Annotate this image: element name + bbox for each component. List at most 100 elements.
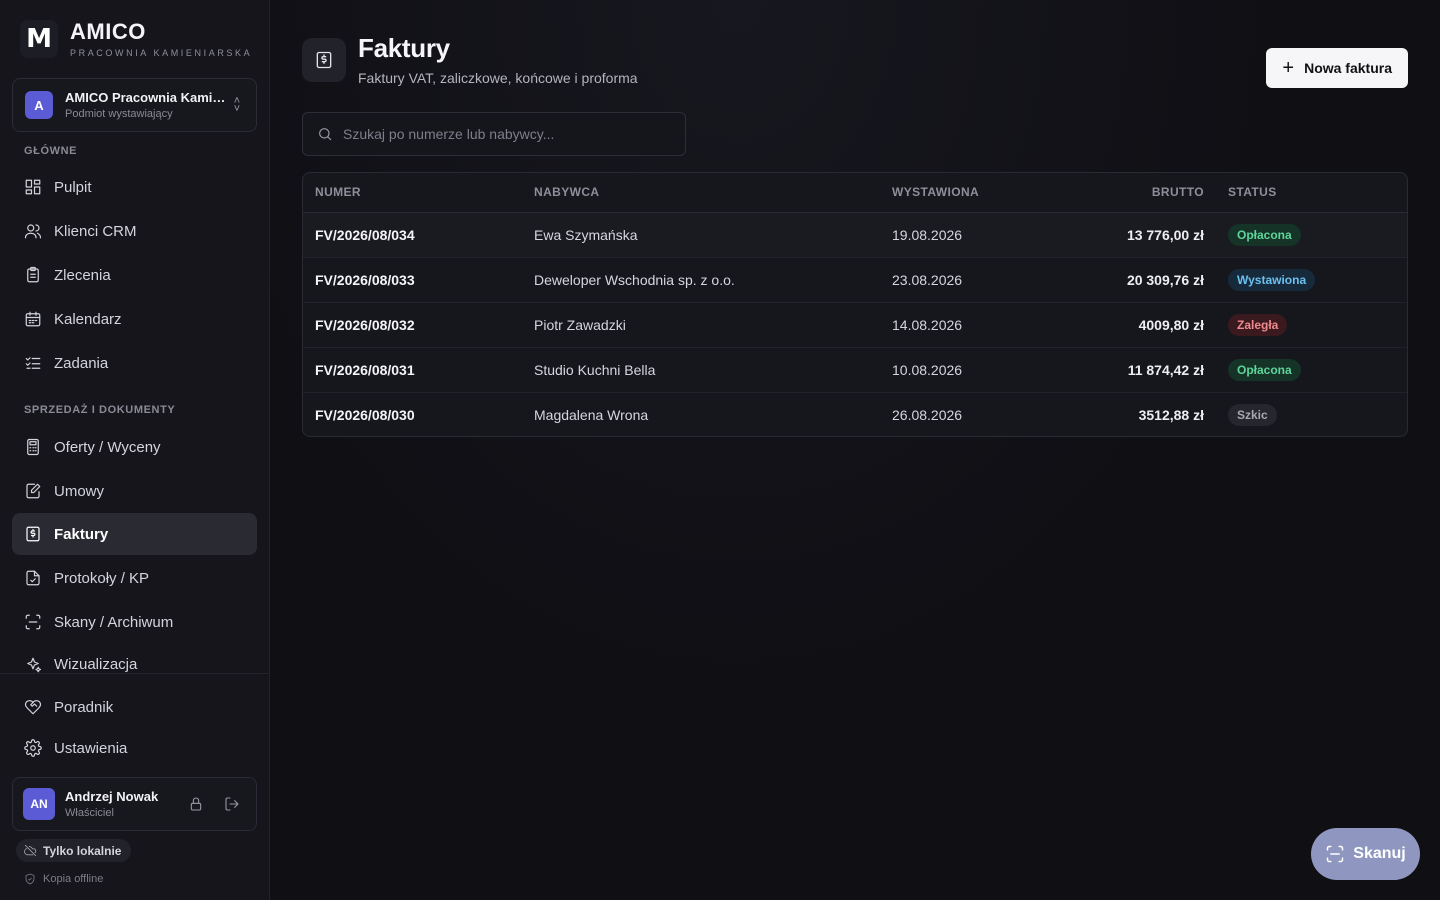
sidebar-item-zadania[interactable]: Zadania bbox=[12, 342, 257, 384]
invoice-number: FV/2026/08/033 bbox=[315, 271, 415, 288]
sidebar-item-label: Poradnik bbox=[54, 698, 114, 716]
invoice-date: 10.08.2026 bbox=[892, 361, 963, 378]
invoice-buyer: Magdalena Wrona bbox=[534, 406, 649, 423]
sidebar-item-pulpit[interactable]: Pulpit bbox=[12, 166, 257, 208]
dashboard-icon bbox=[24, 178, 42, 196]
section-label-sales: SPRZEDAŻ I DOKUMENTY bbox=[24, 404, 176, 416]
column-header-buyer[interactable]: NABYWCA bbox=[522, 173, 880, 212]
invoice-gross: 11 874,42 zł bbox=[1127, 361, 1204, 378]
sidebar-item-label: Faktury bbox=[54, 525, 109, 543]
brand-logo[interactable]: M AMICO PRACOWNIA KAMIENIARSKA bbox=[20, 20, 252, 58]
sidebar-item-ustawienia[interactable]: Ustawienia bbox=[12, 727, 257, 769]
search-box bbox=[302, 112, 686, 156]
sidebar-item-umowy[interactable]: Umowy bbox=[12, 470, 257, 512]
sidebar-item-label: Ustawienia bbox=[54, 739, 128, 757]
sidebar: M AMICO PRACOWNIA KAMIENIARSKA A AMICO P… bbox=[0, 0, 270, 900]
invoice-date: 14.08.2026 bbox=[892, 316, 963, 333]
search-input[interactable] bbox=[343, 126, 663, 142]
logo-mark: M bbox=[20, 20, 58, 58]
scan-button[interactable]: Skanuj bbox=[1311, 828, 1420, 880]
invoice-buyer: Ewa Szymańska bbox=[534, 226, 638, 243]
status-badge: Wystawiona bbox=[1228, 268, 1316, 291]
lock-icon[interactable] bbox=[182, 790, 210, 818]
column-header-status[interactable]: STATUS bbox=[1216, 173, 1407, 212]
local-only-label: Tylko lokalnie bbox=[43, 843, 122, 858]
chevron-up-down-icon: ˄ ˅ bbox=[233, 95, 241, 115]
table-row[interactable]: FV/2026/08/033 Deweloper Wschodnia sp. z… bbox=[303, 257, 1407, 302]
shield-check-icon bbox=[25, 873, 35, 885]
app-root: M AMICO PRACOWNIA KAMIENIARSKA A AMICO P… bbox=[0, 0, 1440, 900]
invoice-number: FV/2026/08/032 bbox=[315, 316, 415, 333]
main-content: Faktury Faktury VAT, zaliczkowe, końcowe… bbox=[270, 0, 1440, 900]
protocol-icon bbox=[24, 569, 42, 587]
table-header-row: NUMER NABYWCA WYSTAWIONA BRUTTO STATUS bbox=[303, 173, 1407, 212]
status-cell: Szkic bbox=[1216, 392, 1407, 436]
entity-avatar: A bbox=[25, 91, 53, 119]
sidebar-item-label: Protokoły / KP bbox=[54, 569, 150, 587]
sidebar-item-skany[interactable]: Skany / Archiwum bbox=[12, 601, 257, 643]
sidebar-item-label: Umowy bbox=[54, 482, 105, 500]
user-card: AN Andrzej Nowak Właściciel bbox=[12, 777, 257, 831]
sidebar-item-label: Skany / Archiwum bbox=[54, 613, 174, 631]
sidebar-item-oferty[interactable]: Oferty / Wyceny bbox=[12, 426, 257, 468]
sidebar-item-klienci[interactable]: Klienci CRM bbox=[12, 210, 257, 252]
sidebar-item-faktury[interactable]: Faktury bbox=[12, 513, 257, 555]
invoice-gross: 13 776,00 zł bbox=[1126, 226, 1204, 243]
table-row[interactable]: FV/2026/08/030 Magdalena Wrona 26.08.202… bbox=[303, 392, 1407, 436]
clipboard-icon bbox=[24, 266, 42, 284]
column-header-gross[interactable]: BRUTTO bbox=[1080, 173, 1216, 212]
sidebar-divider bbox=[0, 673, 269, 674]
table-row[interactable]: FV/2026/08/034 Ewa Szymańska 19.08.2026 … bbox=[303, 212, 1407, 257]
status-badge: Zaległa bbox=[1228, 313, 1288, 336]
invoice-buyer: Studio Kuchni Bella bbox=[534, 361, 656, 378]
status-badge: Opłacona bbox=[1228, 223, 1301, 246]
column-header-issued[interactable]: WYSTAWIONA bbox=[880, 173, 1080, 212]
page-title: Faktury bbox=[358, 33, 450, 63]
sidebar-item-poradnik[interactable]: Poradnik bbox=[12, 686, 257, 728]
calendar-icon bbox=[24, 310, 42, 328]
invoice-date: 23.08.2026 bbox=[892, 271, 963, 288]
sidebar-item-label: Kalendarz bbox=[54, 310, 122, 328]
scan-label: Skanuj bbox=[1353, 845, 1406, 862]
sidebar-item-label: Zlecenia bbox=[54, 266, 111, 284]
invoice-icon bbox=[302, 38, 346, 82]
invoice-gross: 3512,88 zł bbox=[1138, 406, 1204, 423]
plus-icon: + bbox=[1282, 57, 1295, 79]
column-header-number[interactable]: NUMER bbox=[303, 173, 522, 212]
avatar: AN bbox=[23, 788, 55, 820]
sidebar-item-label: Oferty / Wyceny bbox=[54, 438, 161, 456]
gear-icon bbox=[24, 739, 42, 757]
entity-switcher[interactable]: A AMICO Pracownia Kamie... Podmiot wysta… bbox=[12, 78, 257, 132]
status-cell: Zaległa bbox=[1216, 302, 1407, 347]
sidebar-item-label: Zadania bbox=[54, 354, 109, 372]
scan-icon bbox=[1327, 845, 1344, 863]
sidebar-item-zlecenia[interactable]: Zlecenia bbox=[12, 254, 257, 296]
sidebar-item-protokoly[interactable]: Protokoły / KP bbox=[12, 557, 257, 599]
invoice-buyer: Piotr Zawadzki bbox=[534, 316, 626, 333]
logout-icon[interactable] bbox=[218, 790, 246, 818]
offline-backup-status: Kopia offline bbox=[24, 873, 103, 885]
sidebar-item-label: Pulpit bbox=[54, 178, 92, 196]
status-badge: Szkic bbox=[1228, 403, 1277, 426]
invoice-date: 19.08.2026 bbox=[892, 226, 963, 243]
sidebar-item-kalendarz[interactable]: Kalendarz bbox=[12, 298, 257, 340]
status-cell: Opłacona bbox=[1216, 347, 1407, 392]
section-label-main: GŁÓWNE bbox=[24, 145, 78, 157]
brand-tagline: PRACOWNIA KAMIENIARSKA bbox=[70, 48, 253, 58]
entity-name: AMICO Pracownia Kamie... bbox=[65, 90, 230, 105]
invoice-buyer: Deweloper Wschodnia sp. z o.o. bbox=[534, 271, 735, 288]
invoices-table: NUMER NABYWCA WYSTAWIONA BRUTTO STATUS F… bbox=[302, 172, 1408, 437]
entity-role: Podmiot wystawiający bbox=[65, 108, 173, 120]
user-name: Andrzej Nowak bbox=[65, 789, 159, 804]
local-only-badge[interactable]: Tylko lokalnie bbox=[16, 839, 132, 862]
invoice-gross: 20 309,76 zł bbox=[1126, 271, 1204, 288]
cloud-off-icon bbox=[24, 844, 37, 857]
sidebar-item-label: Wizualizacja bbox=[54, 656, 138, 673]
new-invoice-button[interactable]: + Nowa faktura bbox=[1266, 48, 1408, 88]
invoice-number: FV/2026/08/031 bbox=[315, 361, 415, 378]
sidebar-item-wizualizacja[interactable]: Wizualizacja bbox=[12, 645, 257, 673]
invoice-number: FV/2026/08/030 bbox=[315, 406, 415, 423]
sidebar-item-label: Klienci CRM bbox=[54, 222, 137, 240]
table-row[interactable]: FV/2026/08/032 Piotr Zawadzki 14.08.2026… bbox=[303, 302, 1407, 347]
table-row[interactable]: FV/2026/08/031 Studio Kuchni Bella 10.08… bbox=[303, 347, 1407, 392]
